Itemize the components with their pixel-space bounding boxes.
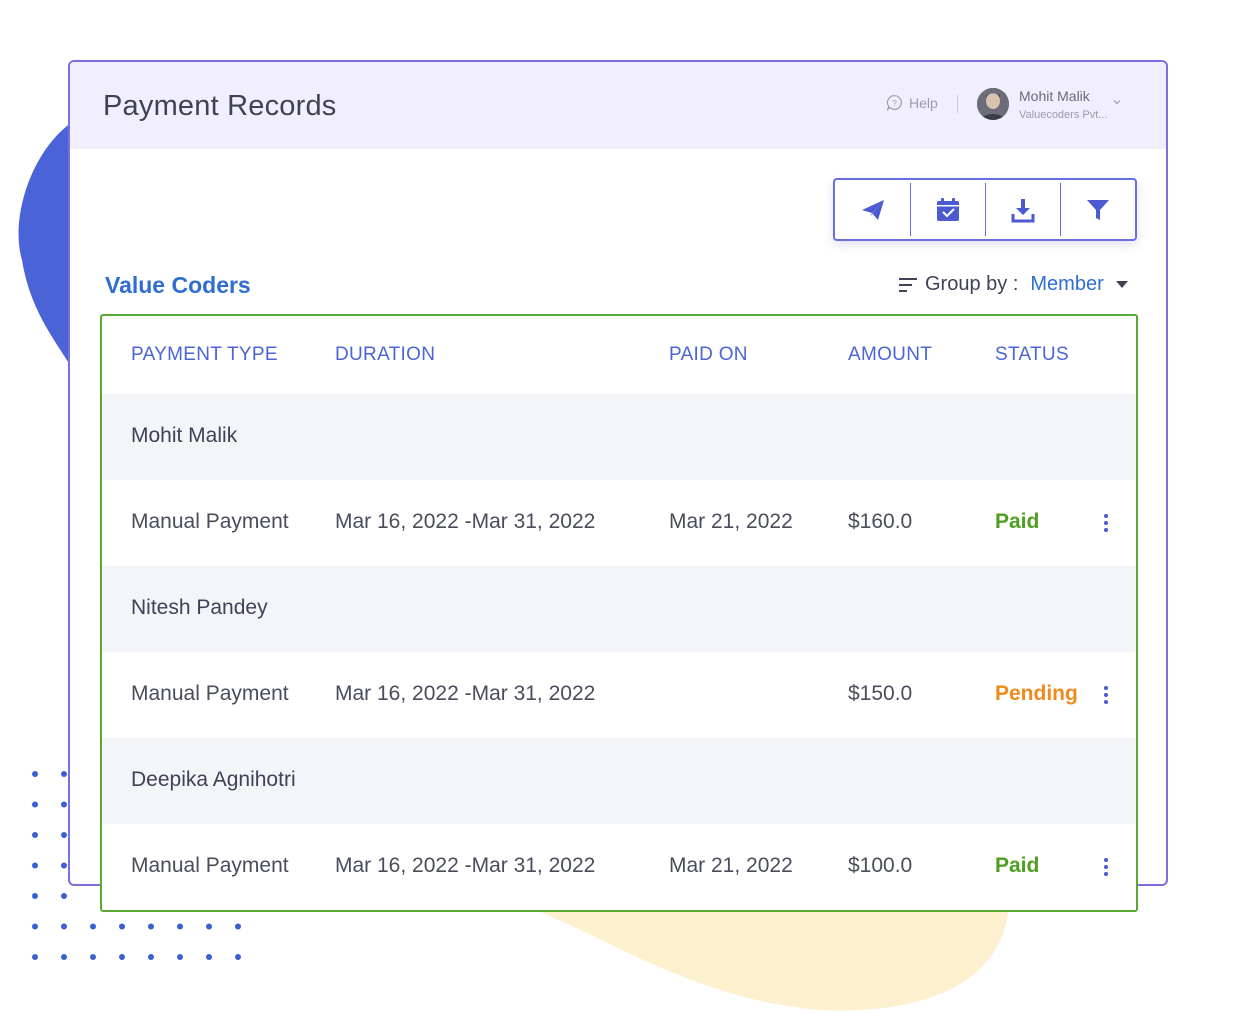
- member-name: Deepika Agnihotri: [131, 768, 296, 791]
- chevron-down-icon[interactable]: [1111, 96, 1123, 108]
- filter-icon: [1086, 199, 1109, 220]
- help-label: Help: [909, 94, 938, 111]
- more-options-icon[interactable]: [1102, 686, 1110, 708]
- more-options-icon[interactable]: [1102, 858, 1110, 880]
- cell-payment-type: Manual Payment: [131, 854, 289, 877]
- cell-amount: $150.0: [848, 682, 913, 705]
- avatar[interactable]: [977, 88, 1009, 120]
- download-button[interactable]: [985, 180, 1060, 239]
- cell-payment-type: Manual Payment: [131, 510, 289, 533]
- table-row[interactable]: Manual Payment Mar 16, 2022 -Mar 31, 202…: [102, 480, 1136, 566]
- send-icon: [861, 199, 884, 220]
- cell-duration: Mar 16, 2022 -Mar 31, 2022: [335, 854, 596, 877]
- column-header-paid-on[interactable]: PAID ON: [669, 344, 748, 366]
- column-header-payment-type[interactable]: PAYMENT TYPE: [131, 344, 278, 366]
- group-row: Mohit Malik: [102, 394, 1136, 480]
- status-badge: Paid: [995, 510, 1040, 533]
- sort-lines-icon: [899, 277, 917, 292]
- page-title: Payment Records: [103, 90, 337, 122]
- cell-duration: Mar 16, 2022 -Mar 31, 2022: [335, 682, 596, 705]
- caret-down-icon[interactable]: [1115, 280, 1128, 289]
- calendar-check-icon: [936, 197, 959, 221]
- cell-payment-type: Manual Payment: [131, 682, 289, 705]
- table-header: PAYMENT TYPE DURATION PAID ON AMOUNT STA…: [102, 316, 1136, 394]
- organization-title: Value Coders: [105, 272, 251, 298]
- table-row[interactable]: Manual Payment Mar 16, 2022 -Mar 31, 202…: [102, 824, 1136, 910]
- cell-paid-on: Mar 21, 2022: [669, 854, 793, 877]
- status-badge: Pending: [995, 682, 1078, 705]
- send-button[interactable]: [835, 180, 910, 239]
- help-link[interactable]: ? Help: [886, 94, 938, 111]
- cell-amount: $100.0: [848, 854, 913, 877]
- help-icon: ?: [886, 95, 902, 111]
- group-by-label: Group by :: [925, 273, 1019, 295]
- calendar-button[interactable]: [910, 180, 985, 239]
- column-header-duration[interactable]: DURATION: [335, 344, 435, 366]
- status-badge: Paid: [995, 854, 1040, 877]
- member-name: Nitesh Pandey: [131, 596, 268, 619]
- column-header-status[interactable]: STATUS: [995, 344, 1069, 366]
- filter-button[interactable]: [1060, 180, 1135, 239]
- cell-duration: Mar 16, 2022 -Mar 31, 2022: [335, 510, 596, 533]
- svg-text:?: ?: [892, 98, 897, 108]
- column-header-amount[interactable]: AMOUNT: [848, 344, 932, 366]
- cell-amount: $160.0: [848, 510, 913, 533]
- group-by-selector[interactable]: Group by : Member: [899, 273, 1128, 296]
- member-name: Mohit Malik: [131, 424, 238, 447]
- card-header: Payment Records ? Help Mohit Malik Value…: [70, 62, 1166, 149]
- group-row: Nitesh Pandey: [102, 566, 1136, 652]
- action-toolbar: [833, 178, 1137, 241]
- download-icon: [1011, 198, 1034, 222]
- more-options-icon[interactable]: [1102, 514, 1110, 536]
- table-row[interactable]: Manual Payment Mar 16, 2022 -Mar 31, 202…: [102, 652, 1136, 738]
- user-name[interactable]: Mohit Malik: [1019, 88, 1090, 104]
- payments-table: PAYMENT TYPE DURATION PAID ON AMOUNT STA…: [100, 314, 1138, 912]
- cell-paid-on: Mar 21, 2022: [669, 510, 793, 533]
- header-divider: [957, 95, 958, 113]
- group-by-value[interactable]: Member: [1030, 273, 1103, 296]
- user-org: Valuecoders Pvt...: [1019, 109, 1108, 121]
- user-avatar-icon: [977, 88, 1009, 120]
- group-row: Deepika Agnihotri: [102, 738, 1136, 824]
